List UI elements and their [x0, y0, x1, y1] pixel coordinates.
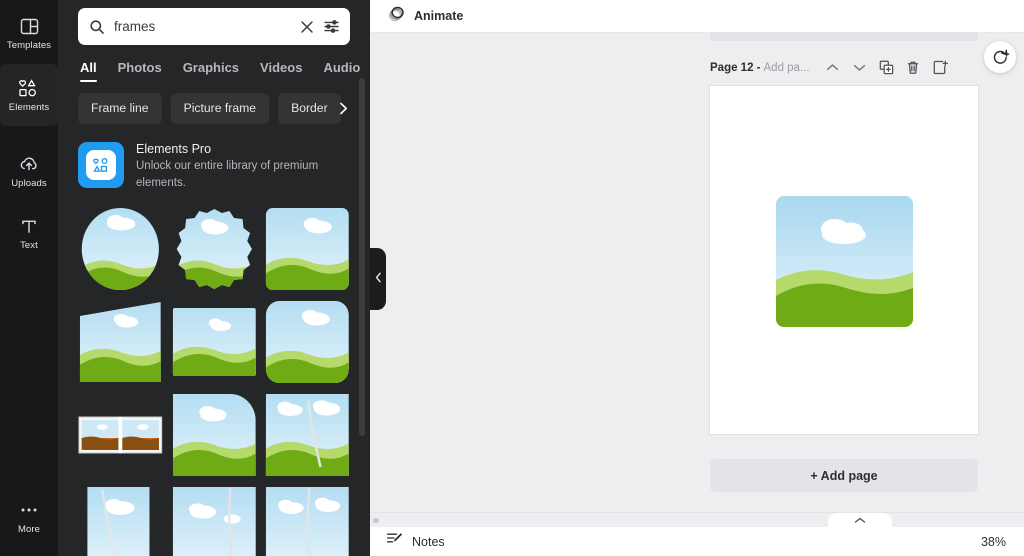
search-input[interactable] [114, 19, 291, 34]
tab-videos[interactable]: Videos [260, 60, 302, 82]
canva-editor-window: Templates Elements Uploads Text More fra… [0, 0, 1024, 556]
elements-pro-icon [78, 142, 124, 188]
left-tool-rail: Templates Elements Uploads Text More [0, 0, 58, 556]
duplicate-page-icon[interactable] [878, 59, 895, 76]
frame-scalloped-circle[interactable] [172, 207, 257, 291]
canvas-scroll-area[interactable]: Page 12 - Add pa... + Add page [370, 33, 1024, 512]
editor-area: Animate Page 12 - Add pa... + Add page N… [370, 0, 1024, 556]
elements-icon [17, 77, 41, 99]
horizontal-scrollbar-row[interactable] [370, 512, 1024, 527]
status-bar: Notes 38% [370, 526, 1024, 556]
page-header: Page 12 - Add pa... [710, 55, 978, 80]
magic-rotate-plus-icon[interactable] [984, 41, 1016, 73]
chevron-up-icon[interactable] [824, 59, 841, 76]
sidebar-item-text[interactable]: Text [0, 202, 58, 264]
editor-toolbar: Animate [370, 0, 1024, 33]
templates-icon [17, 15, 41, 37]
filter-sliders-icon[interactable] [323, 19, 340, 34]
page-canvas[interactable] [710, 86, 978, 434]
frame-rounded-square[interactable] [265, 207, 350, 291]
frame-rectangle[interactable] [172, 300, 257, 384]
elements-pro-banner[interactable]: Elements Pro Unlock our entire library o… [78, 142, 350, 191]
page-name-placeholder[interactable]: Add pa... [764, 62, 810, 74]
rail-divider [0, 126, 58, 140]
frame-skew-left[interactable] [78, 300, 163, 384]
search-bar[interactable] [78, 8, 350, 45]
frame-rounded-tall[interactable] [265, 300, 350, 384]
frame-corner-rounded[interactable] [172, 393, 257, 477]
frame-tall-branch[interactable] [172, 486, 257, 556]
add-page-after-icon[interactable] [932, 59, 949, 76]
canvas-frame-element[interactable] [776, 196, 913, 327]
tab-all[interactable]: All [80, 60, 97, 82]
elements-pro-badge [86, 150, 116, 180]
elements-panel: All Photos Graphics Videos Audio Frame l… [58, 0, 370, 556]
close-icon[interactable] [300, 20, 314, 34]
result-type-tabs: All Photos Graphics Videos Audio [78, 60, 360, 82]
animate-circles-icon [387, 4, 406, 28]
sidebar-item-uploads[interactable]: Uploads [0, 140, 58, 202]
notes-label: Notes [412, 534, 445, 549]
notes-expand-tab[interactable] [828, 513, 892, 527]
elements-pro-title: Elements Pro [136, 142, 212, 156]
tab-audio[interactable]: Audio [323, 60, 360, 82]
chevron-up-icon [854, 511, 866, 529]
notes-icon [386, 531, 403, 552]
frame-tree-scene[interactable] [265, 393, 350, 477]
tab-graphics[interactable]: Graphics [183, 60, 239, 82]
page-container: Page 12 - Add pa... + Add page [710, 55, 978, 492]
sidebar-label-templates: Templates [6, 40, 52, 51]
frame-circle[interactable] [78, 207, 163, 291]
panel-scrollbar[interactable] [359, 78, 365, 436]
filter-pill-row: Frame line Picture frame Border Li [78, 93, 350, 126]
notes-button[interactable]: Notes [386, 531, 445, 552]
frame-split-pair[interactable] [78, 393, 163, 477]
pill-picture-frame[interactable]: Picture frame [170, 93, 270, 124]
text-icon [17, 215, 41, 237]
uploads-icon [17, 153, 41, 175]
chevron-down-icon[interactable] [851, 59, 868, 76]
sidebar-label-uploads: Uploads [11, 178, 47, 189]
sidebar-label-text: Text [20, 240, 38, 251]
page-title: Page 12 - [710, 61, 761, 74]
sidebar-label-more: More [17, 524, 41, 535]
sidebar-item-more[interactable]: More [0, 486, 58, 548]
panel-collapse-handle[interactable] [370, 248, 386, 310]
sidebar-label-elements: Elements [8, 102, 50, 113]
frame-tall-leaf[interactable] [265, 486, 350, 556]
rail-spacer [0, 264, 58, 486]
animate-button[interactable]: Animate [387, 4, 463, 28]
element-results-grid [78, 207, 350, 556]
sidebar-item-templates[interactable]: Templates [0, 2, 58, 64]
zoom-level[interactable]: 38% [981, 535, 1006, 549]
tab-photos[interactable]: Photos [118, 60, 162, 82]
more-icon [17, 499, 41, 521]
previous-page-edge [710, 33, 978, 41]
chevron-left-icon [375, 270, 382, 288]
animate-label: Animate [414, 9, 464, 23]
delete-page-icon[interactable] [905, 59, 922, 76]
chevron-right-icon[interactable] [332, 97, 350, 120]
elements-pro-subtitle: Unlock our entire library of premium ele… [136, 160, 319, 189]
search-icon [89, 19, 105, 35]
add-page-button[interactable]: + Add page [710, 459, 978, 492]
sidebar-item-elements[interactable]: Elements [0, 64, 58, 126]
elements-panel-content: All Photos Graphics Videos Audio Frame l… [58, 8, 370, 556]
horizontal-scrollbar-thumb[interactable] [373, 518, 379, 523]
frame-tall-cloud[interactable] [78, 486, 163, 556]
page-actions [824, 59, 949, 76]
pill-frame-line[interactable]: Frame line [78, 93, 162, 124]
